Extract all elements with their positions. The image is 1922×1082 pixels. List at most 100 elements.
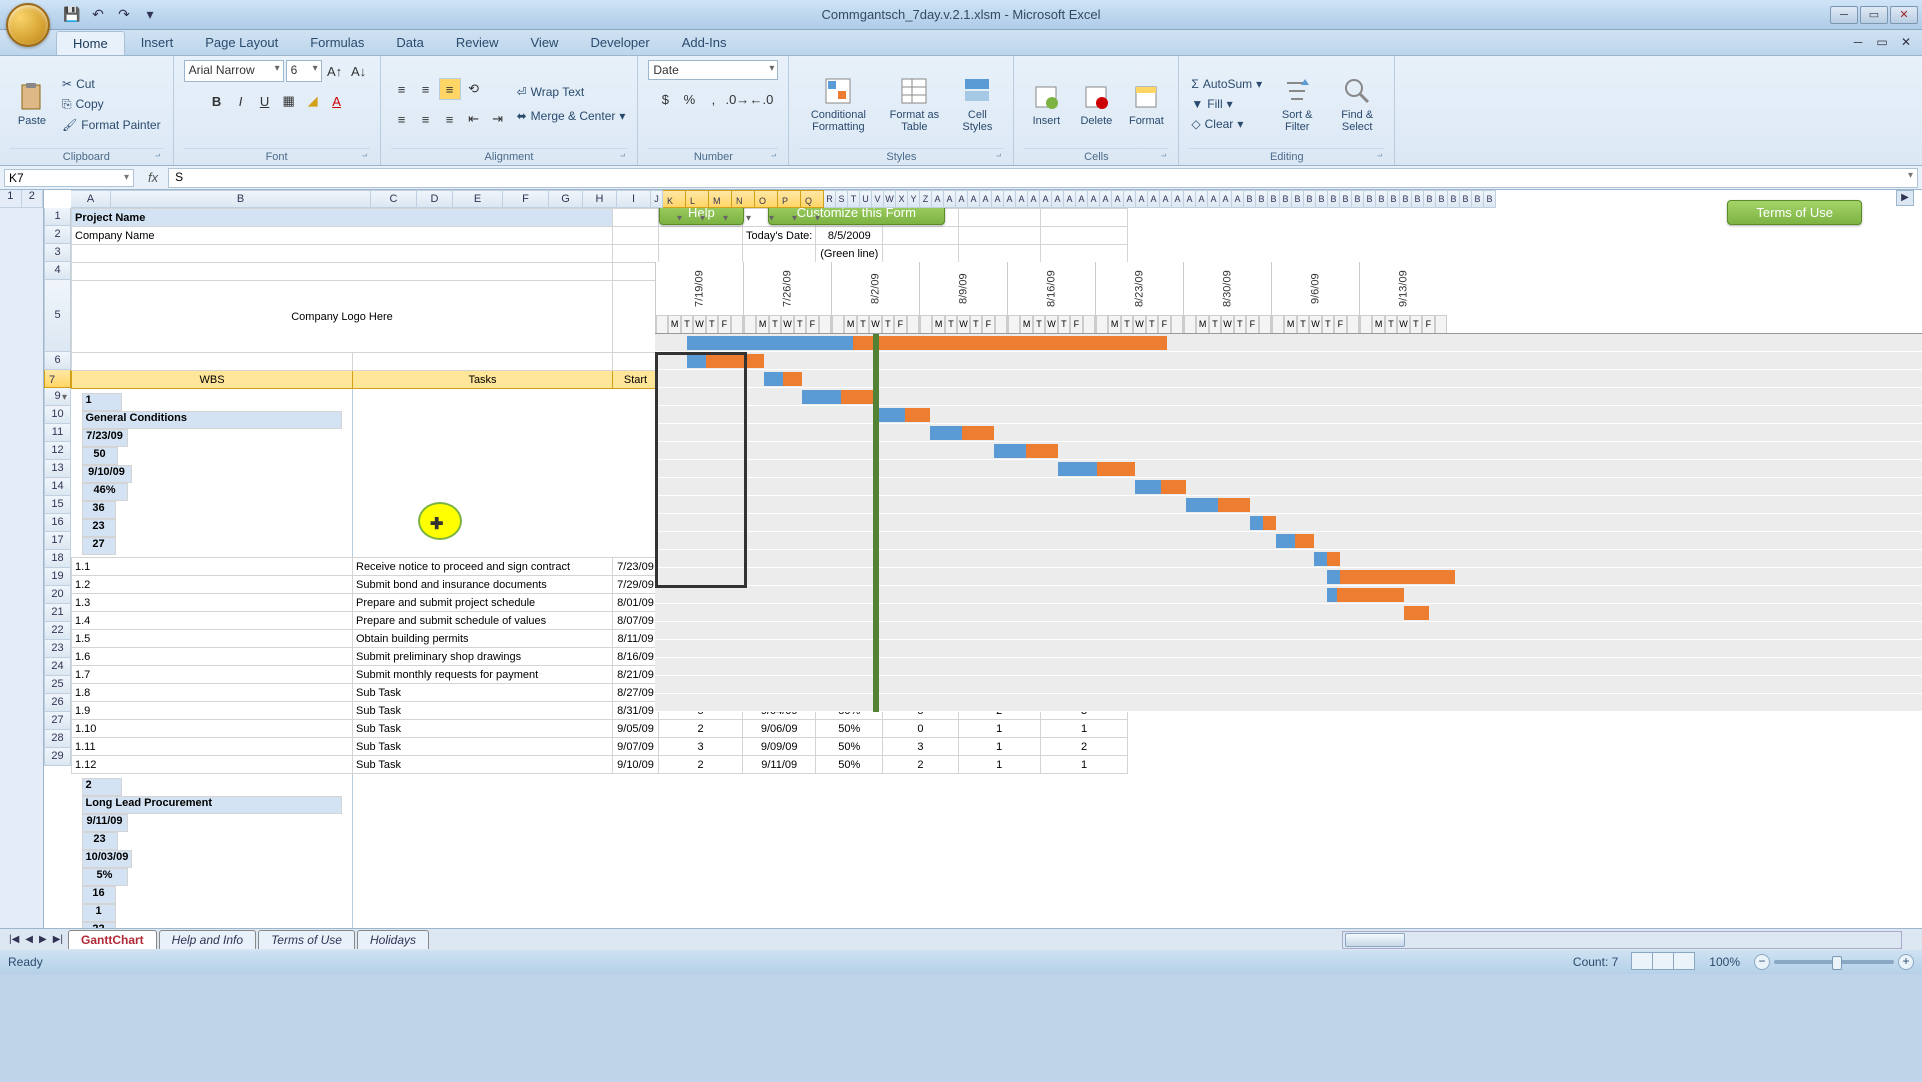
col-header-O[interactable]: O [755,190,778,208]
row-header-15[interactable]: 15 [44,496,71,514]
clear-button[interactable]: ◇Clear ▾ [1189,116,1264,132]
col-header-BD[interactable]: B [1280,190,1292,208]
font-size-select[interactable]: 6 [286,60,322,82]
column-headers[interactable]: ABCDEFGHIJKLMNOPQRSTUVWXYZAAAAAAAAAAAAAA… [71,190,1496,208]
col-header-BF[interactable]: B [1304,190,1316,208]
increase-indent-icon[interactable]: ⇥ [487,108,509,130]
merge-center-button[interactable]: ⬌Merge & Center ▾ [515,108,628,124]
col-header-AD[interactable]: A [968,190,980,208]
row-header-4[interactable]: 4 [44,262,71,280]
sheet-tab-terms-of-use[interactable]: Terms of Use [258,930,355,949]
row-header-1[interactable]: 1 [44,208,71,226]
zoom-out-icon[interactable]: − [1754,954,1770,970]
italic-button[interactable]: I [230,90,252,112]
col-header-AN[interactable]: A [1088,190,1100,208]
undo-icon[interactable]: ↶ [88,5,108,25]
worksheet-grid[interactable]: 12 ABCDEFGHIJKLMNOPQRSTUVWXYZAAAAAAAAAAA… [0,190,1922,928]
horizontal-scrollbar[interactable] [1342,931,1902,949]
col-header-AT[interactable]: A [1160,190,1172,208]
col-header-U[interactable]: U [860,190,872,208]
sort-filter-button[interactable]: Sort & Filter [1270,73,1324,135]
row-header-14[interactable]: 14 [44,478,71,496]
percent-icon[interactable]: % [678,88,700,110]
col-header-BH[interactable]: B [1328,190,1340,208]
office-button[interactable] [6,3,50,47]
tab-add-ins[interactable]: Add-Ins [666,31,743,55]
row-header-24[interactable]: 24 [44,658,71,676]
terms-button[interactable]: Terms of Use [1727,200,1862,225]
find-select-button[interactable]: Find & Select [1330,73,1384,135]
bold-button[interactable]: B [206,90,228,112]
col-header-A[interactable]: A [71,190,111,208]
col-header-BC[interactable]: B [1268,190,1280,208]
col-header-AG[interactable]: A [1004,190,1016,208]
col-header-AX[interactable]: A [1208,190,1220,208]
row-header-28[interactable]: 28 [44,730,71,748]
sheet-tab-holidays[interactable]: Holidays [357,930,429,949]
col-header-B[interactable]: B [111,190,371,208]
col-header-G[interactable]: G [549,190,583,208]
col-header-J[interactable]: J [651,190,663,208]
row-header-2[interactable]: 2 [44,226,71,244]
sheet-nav-last[interactable]: ▶| [50,934,66,945]
shrink-font-icon[interactable]: A↓ [348,60,370,82]
col-header-AM[interactable]: A [1076,190,1088,208]
close-button[interactable]: ✕ [1890,6,1918,24]
col-header-AB[interactable]: A [944,190,956,208]
col-header-AK[interactable]: A [1052,190,1064,208]
row-header-7[interactable]: 7 [44,370,71,388]
border-button[interactable]: ▦ [278,90,300,112]
zoom-slider[interactable]: − + [1754,954,1914,970]
col-header-BQ[interactable]: B [1436,190,1448,208]
name-box[interactable]: K7 [4,169,134,187]
sheet-tab-ganttchart[interactable]: GanttChart [68,930,157,949]
outline-level-2[interactable]: 2 [22,190,44,207]
col-header-BA[interactable]: B [1244,190,1256,208]
col-header-P[interactable]: P [778,190,801,208]
col-header-BP[interactable]: B [1424,190,1436,208]
cut-button[interactable]: ✂Cut [60,76,163,92]
row-header-21[interactable]: 21 [44,604,71,622]
col-header-AH[interactable]: A [1016,190,1028,208]
row-header-27[interactable]: 27 [44,712,71,730]
number-format-select[interactable]: Date [648,60,778,80]
col-header-D[interactable]: D [417,190,453,208]
autosum-button[interactable]: ΣAutoSum ▾ [1189,76,1264,92]
redo-icon[interactable]: ↷ [114,5,134,25]
col-header-H[interactable]: H [583,190,617,208]
save-icon[interactable]: 💾 [62,5,82,25]
orientation-icon[interactable]: ⟲ [463,78,485,100]
tab-review[interactable]: Review [440,31,515,55]
fill-button[interactable]: ▼Fill ▾ [1189,96,1264,112]
col-header-M[interactable]: M [709,190,732,208]
col-header-I[interactable]: I [617,190,651,208]
paste-button[interactable]: Paste [10,79,54,129]
align-bottom-icon[interactable]: ≡ [439,78,461,100]
gantt-scroll-right[interactable]: ▶ [1896,190,1914,206]
col-header-AZ[interactable]: A [1232,190,1244,208]
col-header-Z[interactable]: Z [920,190,932,208]
col-header-N[interactable]: N [732,190,755,208]
tab-data[interactable]: Data [380,31,439,55]
font-color-button[interactable]: A [326,90,348,112]
col-header-AA[interactable]: A [932,190,944,208]
col-header-AU[interactable]: A [1172,190,1184,208]
comma-icon[interactable]: , [702,88,724,110]
row-header-13[interactable]: 13 [44,460,71,478]
col-header-F[interactable]: F [503,190,549,208]
col-header-AW[interactable]: A [1196,190,1208,208]
col-header-BK[interactable]: B [1364,190,1376,208]
tab-view[interactable]: View [515,31,575,55]
row-header-26[interactable]: 26 [44,694,71,712]
grow-font-icon[interactable]: A↑ [324,60,346,82]
tab-formulas[interactable]: Formulas [294,31,380,55]
col-header-E[interactable]: E [453,190,503,208]
mdi-close-icon[interactable]: ✕ [1896,35,1916,53]
col-header-AI[interactable]: A [1028,190,1040,208]
sheet-nav-prev[interactable]: ◀ [22,934,36,945]
row-header-22[interactable]: 22 [44,622,71,640]
col-header-AC[interactable]: A [956,190,968,208]
align-right-icon[interactable]: ≡ [439,108,461,130]
col-header-BG[interactable]: B [1316,190,1328,208]
col-header-C[interactable]: C [371,190,417,208]
